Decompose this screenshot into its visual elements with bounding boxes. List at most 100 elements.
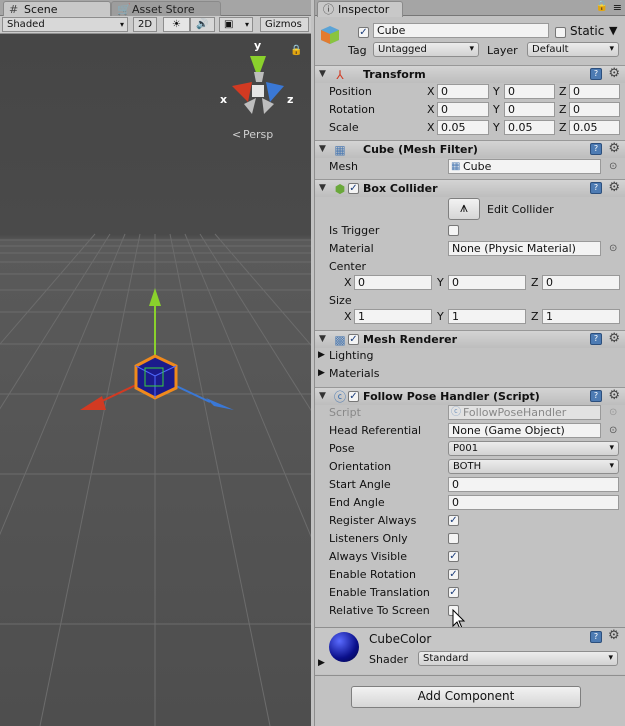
rotation-y-field[interactable]: 0 — [504, 102, 555, 117]
transform-title: Transform — [363, 68, 426, 81]
scene-panel[interactable]: # Scene 🛒 Asset Store Shaded ▾ 2D ☀ 🔊 ▣ ▾… — [0, 0, 311, 726]
tab-inspector[interactable]: ⓘ Inspector — [317, 1, 403, 17]
register-always-label: Register Always — [329, 514, 417, 527]
materials-foldout[interactable]: ▶ Materials — [315, 365, 625, 383]
object-picker-icon[interactable]: ⊙ — [609, 243, 617, 254]
center-row: X 0 Y 0 Z 0 — [315, 274, 625, 292]
draw-mode-dropdown[interactable]: Shaded ▾ — [2, 17, 128, 32]
z-axis-label: Z — [559, 103, 567, 116]
scale-y-field[interactable]: 0.05 — [504, 120, 555, 135]
transform-header[interactable]: ▼ ⅄ Transform ? ⚙ — [315, 65, 625, 83]
scale-x-field[interactable]: 0.05 — [437, 120, 489, 135]
active-checkbox[interactable]: ✓ — [358, 27, 369, 38]
position-x-field[interactable]: 0 — [437, 84, 489, 99]
gizmos-dropdown[interactable]: Gizmos — [260, 17, 309, 32]
layer-dropdown[interactable]: Default — [527, 42, 619, 57]
pose-dropdown[interactable]: P001 — [448, 441, 619, 456]
fold-arrow-icon[interactable]: ▼ — [319, 144, 326, 154]
tag-dropdown[interactable]: Untagged — [373, 42, 479, 57]
lock-icon[interactable]: 🔒 — [290, 44, 302, 56]
center-z-field[interactable]: 0 — [542, 275, 620, 290]
shader-dropdown[interactable]: Standard — [418, 651, 618, 666]
register-always-row: Register Always ✓ — [315, 512, 625, 530]
static-checkbox[interactable] — [555, 27, 566, 38]
shader-label: Shader — [369, 653, 408, 666]
y-axis-label: Y — [493, 121, 500, 134]
speaker-icon: 🔊 — [196, 19, 209, 30]
scene-viewport[interactable]: y x z 🔒 Persp < — [0, 34, 311, 726]
object-picker-icon[interactable]: ⊙ — [609, 161, 617, 172]
box-collider-enabled-checkbox[interactable]: ✓ — [348, 183, 359, 194]
static-dropdown-arrow-icon[interactable]: ▼ — [609, 24, 617, 37]
material-object-field[interactable]: None (Physic Material) — [448, 241, 601, 256]
mesh-row: Mesh ▦ Cube ⊙ — [315, 158, 625, 176]
edit-collider-icon: ⩚ — [460, 200, 468, 216]
gear-icon[interactable]: ⚙ — [608, 180, 620, 195]
follow-pose-header[interactable]: ▼ ⓒ ✓ Follow Pose Handler (Script) ? ⚙ — [315, 387, 625, 405]
position-y-field[interactable]: 0 — [504, 84, 555, 99]
enable-rotation-checkbox[interactable]: ✓ — [448, 569, 459, 580]
enable-translation-checkbox[interactable]: ✓ — [448, 587, 459, 598]
info-icon: ⓘ — [323, 3, 334, 16]
help-book-icon[interactable]: ? — [590, 182, 602, 194]
always-visible-checkbox[interactable]: ✓ — [448, 551, 459, 562]
rotation-x-field[interactable]: 0 — [437, 102, 489, 117]
help-book-icon[interactable]: ? — [590, 68, 602, 80]
mesh-object-field[interactable]: ▦ Cube — [448, 159, 601, 174]
menu-icon[interactable]: ≡ — [613, 1, 622, 14]
selected-cube[interactable] — [134, 354, 178, 400]
box-collider-icon: ⬢ — [334, 182, 346, 196]
add-component-button[interactable]: Add Component — [351, 686, 581, 708]
help-book-icon[interactable]: ? — [590, 333, 602, 345]
gear-icon[interactable]: ⚙ — [608, 388, 620, 403]
mesh-filter-header[interactable]: ▼ ▦ Cube (Mesh Filter) ? ⚙ — [315, 140, 625, 158]
gear-icon[interactable]: ⚙ — [608, 66, 620, 81]
lighting-foldout[interactable]: ▶ Lighting — [315, 347, 625, 365]
register-always-checkbox[interactable]: ✓ — [448, 515, 459, 526]
lock-icon[interactable]: 🔒 — [596, 1, 608, 12]
help-book-icon[interactable]: ? — [590, 390, 602, 402]
object-picker-icon[interactable]: ⊙ — [609, 425, 617, 436]
gear-icon[interactable]: ⚙ — [608, 331, 620, 346]
tab-asset-store[interactable]: 🛒 Asset Store — [111, 1, 221, 17]
scale-z-field[interactable]: 0.05 — [569, 120, 620, 135]
start-angle-row: Start Angle 0 — [315, 476, 625, 494]
box-collider-header[interactable]: ▼ ⬢ ✓ Box Collider ? ⚙ — [315, 179, 625, 197]
persp-label[interactable]: Persp — [243, 128, 273, 141]
head-referential-field[interactable]: None (Game Object) — [448, 423, 601, 438]
tab-scene[interactable]: # Scene — [3, 1, 111, 17]
audio-toggle-button[interactable]: 🔊 — [190, 17, 215, 32]
fold-arrow-icon[interactable]: ▼ — [319, 69, 326, 79]
follow-pose-enabled-checkbox[interactable]: ✓ — [348, 391, 359, 402]
orientation-dropdown[interactable]: BOTH — [448, 459, 619, 474]
rotation-z-field[interactable]: 0 — [569, 102, 620, 117]
help-book-icon[interactable]: ? — [590, 631, 602, 643]
size-y-field[interactable]: 1 — [448, 309, 526, 324]
mesh-renderer-header[interactable]: ▼ ▩ ✓ Mesh Renderer ? ⚙ — [315, 330, 625, 348]
fold-arrow-icon[interactable]: ▼ — [319, 391, 326, 401]
scale-row: Scale X 0.05 Y 0.05 Z 0.05 — [315, 119, 625, 137]
2d-toggle-button[interactable]: 2D — [133, 17, 157, 32]
edit-collider-button[interactable]: ⩚ — [448, 198, 480, 220]
center-y-field[interactable]: 0 — [448, 275, 526, 290]
lighting-toggle-button[interactable]: ☀ — [163, 17, 190, 32]
listeners-only-checkbox[interactable] — [448, 533, 459, 544]
center-x-field[interactable]: 0 — [354, 275, 432, 290]
start-angle-field[interactable]: 0 — [448, 477, 619, 492]
dropdown-arrow-icon: ▾ — [244, 20, 249, 29]
gear-icon[interactable]: ⚙ — [608, 628, 620, 643]
gear-icon[interactable]: ⚙ — [608, 141, 620, 156]
size-x-field[interactable]: 1 — [354, 309, 432, 324]
fold-arrow-icon[interactable]: ▼ — [319, 334, 326, 344]
fold-right-icon[interactable]: ▶ — [318, 658, 325, 668]
fold-arrow-icon[interactable]: ▼ — [319, 183, 326, 193]
help-book-icon[interactable]: ? — [590, 143, 602, 155]
position-z-field[interactable]: 0 — [569, 84, 620, 99]
z-axis-label: Z — [531, 310, 539, 323]
mesh-renderer-enabled-checkbox[interactable]: ✓ — [348, 334, 359, 345]
end-angle-field[interactable]: 0 — [448, 495, 619, 510]
object-name-field[interactable]: Cube — [373, 23, 549, 38]
is-trigger-checkbox[interactable] — [448, 225, 459, 236]
effects-dropdown[interactable]: ▣ ▾ — [219, 17, 253, 32]
size-z-field[interactable]: 1 — [542, 309, 620, 324]
